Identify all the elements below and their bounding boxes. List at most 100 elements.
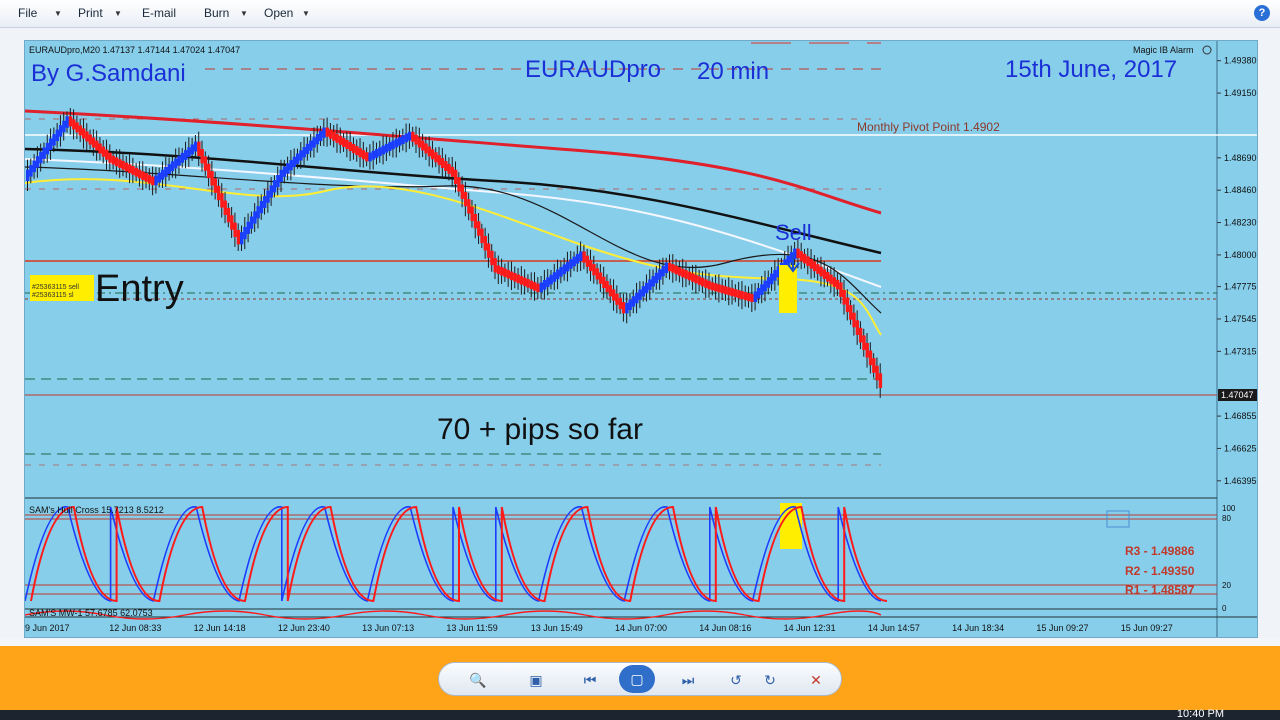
candle-bull	[322, 127, 326, 138]
candle-bull	[569, 259, 573, 269]
candle-bull	[756, 287, 761, 299]
candle-bear	[421, 140, 425, 151]
candle-bull	[556, 269, 560, 280]
candle-bull	[546, 277, 550, 288]
candle-bull	[648, 279, 652, 290]
candle-bull	[549, 274, 553, 285]
candle-bear	[796, 248, 800, 259]
candle-bear	[691, 273, 695, 282]
candle-bear	[816, 264, 820, 274]
price-tick-label: 1.47775	[1224, 282, 1257, 292]
candle-bear	[417, 137, 422, 148]
menu-email[interactable]: E-mail	[142, 0, 176, 27]
candle-bear	[454, 169, 458, 185]
price-tick-label: 1.48230	[1224, 218, 1257, 228]
candle-bear	[141, 171, 145, 181]
fit-window-icon[interactable]: ▣	[525, 671, 547, 689]
alarm-label: Magic IB Alarm	[1133, 45, 1194, 55]
candle-bull	[289, 160, 293, 171]
previous-icon[interactable]: ⏮	[579, 671, 601, 689]
zoom-icon[interactable]: 🔍	[467, 671, 489, 689]
candle-bear	[216, 185, 221, 201]
candle-bear	[720, 285, 725, 294]
help-icon[interactable]: ?	[1254, 5, 1270, 21]
time-axis: 9 Jun 2017 12 Jun 08:33 12 Jun 14:18 12 Jun…	[25, 623, 1173, 633]
menu-file[interactable]: File ▼	[18, 0, 62, 27]
candle-bear	[809, 258, 813, 269]
candle-bull	[170, 161, 175, 172]
candle-bear	[345, 139, 349, 149]
candle-bear	[223, 200, 227, 215]
candle-bull	[628, 299, 632, 310]
candle-bear	[427, 146, 432, 157]
candle-bear	[197, 141, 201, 157]
candle-bull	[625, 302, 629, 314]
candle-bear	[826, 271, 830, 282]
candle-bear	[835, 279, 840, 290]
candle-bull	[302, 147, 306, 158]
candle-bear	[668, 262, 672, 272]
candle-bear	[365, 152, 369, 162]
candle-bear	[733, 289, 738, 298]
menu-print[interactable]: Print ▼	[78, 0, 122, 27]
time-tick-label: 12 Jun 23:40	[278, 623, 330, 633]
taskbar: 10:40 PM	[0, 708, 1280, 720]
author-label: By G.Samdani	[31, 60, 186, 87]
candle-bear	[444, 161, 448, 171]
candle-bull	[542, 279, 547, 290]
rotate-right-icon[interactable]: ↻	[759, 671, 781, 689]
menu-open[interactable]: Open ▼	[264, 0, 310, 27]
candle-bull	[654, 272, 659, 284]
candle-bear	[203, 156, 208, 171]
candle-bear	[743, 292, 748, 301]
osc-tick-label: 0	[1222, 604, 1227, 613]
candle-bear	[845, 297, 850, 313]
candle-bear	[213, 178, 218, 193]
slideshow-button[interactable]: ▢	[619, 665, 655, 693]
candle-bull	[388, 142, 392, 151]
candle-bear	[832, 277, 837, 287]
candle-bear	[480, 228, 484, 244]
candle-bull	[651, 276, 655, 287]
candle-bear	[111, 155, 115, 165]
candle-bear	[72, 119, 76, 130]
candle-bull	[35, 156, 40, 168]
sell-highlight	[779, 265, 797, 313]
candle-bull	[384, 143, 389, 153]
candle-bull	[58, 125, 63, 137]
candle-bear	[124, 162, 129, 172]
time-tick-label: 13 Jun 15:49	[531, 623, 583, 633]
candle-bull	[243, 226, 247, 240]
candle-bull	[315, 134, 320, 145]
candle-bear	[694, 274, 698, 284]
candle-bull	[62, 120, 66, 133]
ma-red-line	[25, 109, 882, 215]
candle-bear	[868, 350, 873, 366]
candle-bull	[193, 141, 198, 152]
candle-bull	[180, 152, 185, 163]
candle-bull	[378, 147, 382, 157]
pips-label: 70 + pips so far	[437, 413, 643, 446]
rotate-left-icon[interactable]: ↺	[725, 671, 747, 689]
sell-label: Sell	[775, 220, 812, 245]
next-icon[interactable]: ⏭	[677, 671, 699, 689]
candle-bear	[473, 213, 478, 229]
candle-bear	[210, 171, 214, 186]
candle-bear	[486, 243, 491, 258]
candle-bear	[490, 250, 494, 266]
candle-bear	[325, 127, 329, 137]
candle-bear	[723, 286, 728, 295]
menu-burn[interactable]: Burn ▼	[204, 0, 248, 27]
time-tick-label: 14 Jun 14:57	[868, 623, 920, 633]
candle-bear	[101, 146, 106, 157]
candle-bear	[348, 141, 353, 152]
time-tick-label: 12 Jun 14:18	[194, 623, 246, 633]
candle-bull	[157, 172, 162, 183]
candle-bull	[190, 144, 195, 155]
candle-bear	[477, 221, 481, 236]
candle-bear	[342, 137, 346, 147]
candle-bear	[98, 143, 102, 154]
candle-bear	[865, 342, 869, 358]
close-icon[interactable]: ✕	[805, 671, 827, 689]
candle-bear	[81, 128, 86, 139]
